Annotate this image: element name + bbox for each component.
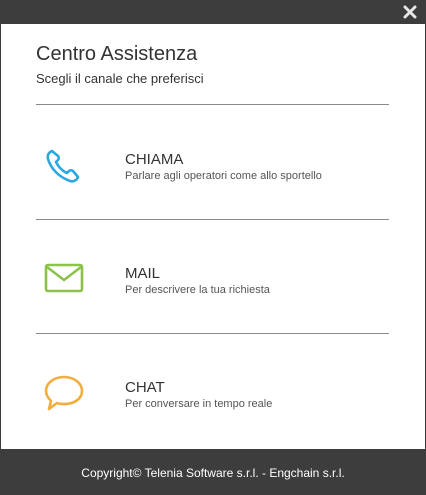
divider xyxy=(36,219,389,220)
chat-option[interactable]: CHAT Per conversare in tempo reale xyxy=(36,359,389,439)
mail-option-title: MAIL xyxy=(125,265,161,282)
mail-option-description: Per descrivere la tua richiesta xyxy=(125,284,270,296)
mail-icon xyxy=(44,263,84,293)
dialog-top-bar xyxy=(0,0,426,24)
phone-icon xyxy=(46,149,80,183)
divider xyxy=(36,333,389,334)
call-option-title: CHIAMA xyxy=(125,151,184,168)
chat-option-description: Per conversare in tempo reale xyxy=(125,398,273,410)
footer-copyright: Copyright© Telenia Software s.r.l. - Eng… xyxy=(0,449,426,495)
mail-option[interactable]: MAIL Per descrivere la tua richiesta xyxy=(36,245,389,325)
call-option-description: Parlare agli operatori come allo sportel… xyxy=(125,170,322,182)
help-center-dialog: Centro Assistenza Scegli il canale che p… xyxy=(1,24,425,449)
close-icon[interactable] xyxy=(402,4,418,20)
dialog-title: Centro Assistenza xyxy=(36,43,198,65)
chat-icon xyxy=(44,375,84,411)
chat-option-title: CHAT xyxy=(125,379,165,396)
divider xyxy=(36,104,389,105)
call-option[interactable]: CHIAMA Parlare agli operatori come allo … xyxy=(36,131,389,211)
dialog-subtitle: Scegli il canale che preferisci xyxy=(36,71,204,86)
